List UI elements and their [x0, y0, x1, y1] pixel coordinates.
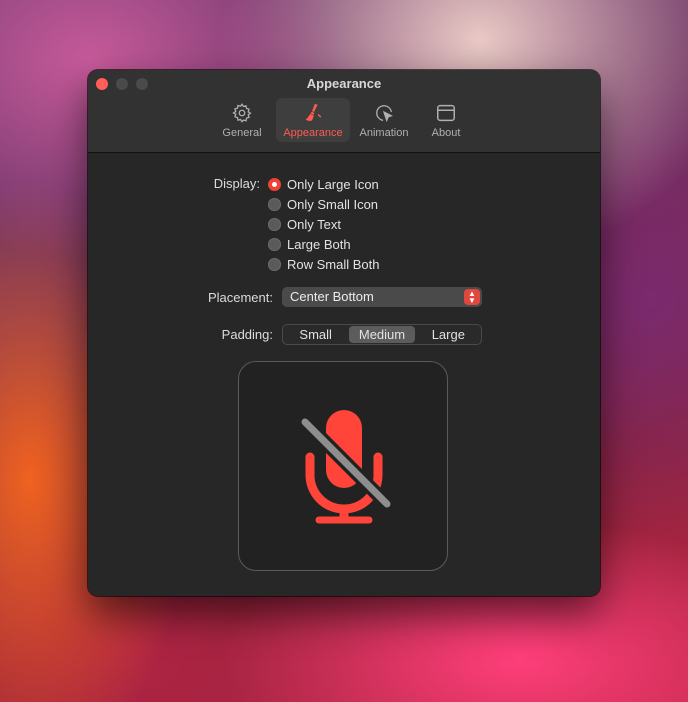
display-option-label: Only Small Icon [287, 197, 379, 212]
display-option[interactable]: Large Both [268, 237, 351, 252]
gear-icon [232, 103, 252, 123]
icon-preview [238, 361, 448, 571]
display-option[interactable]: Only Small Icon [268, 197, 378, 212]
padding-option-large[interactable]: Large [416, 325, 481, 344]
tab-about[interactable]: About [418, 98, 474, 142]
cursor-click-icon [376, 105, 393, 123]
radio-button[interactable] [268, 218, 281, 231]
radio-button-selected[interactable] [268, 178, 281, 191]
tab-animation-label: Animation [359, 127, 409, 139]
radio-button[interactable] [268, 198, 281, 211]
tab-appearance[interactable]: Appearance [276, 98, 350, 142]
display-option[interactable]: Only Text [268, 217, 341, 232]
placement-value: Center Bottom [290, 289, 374, 304]
chevron-updown-icon: ▲ ▼ [464, 289, 480, 305]
tab-appearance-label: Appearance [283, 127, 343, 139]
preferences-window: Appearance General Appearance Animation … [88, 70, 600, 596]
radio-button[interactable] [268, 238, 281, 251]
preferences-toolbar: General Appearance Animation About [88, 98, 600, 142]
padding-label: Padding: [221, 327, 273, 342]
display-option-label: Row Small Both [287, 257, 380, 272]
display-option-label: Only Text [287, 217, 341, 232]
display-option[interactable]: Only Large Icon [268, 177, 379, 192]
tab-general[interactable]: General [214, 98, 270, 142]
padding-option-small[interactable]: Small [283, 325, 348, 344]
display-label: Display: [213, 176, 260, 191]
placement-select[interactable]: Center Bottom ▲ ▼ [282, 287, 482, 307]
window-title: Appearance [306, 76, 382, 91]
tab-general-label: General [222, 127, 262, 139]
window-icon [437, 104, 455, 122]
padding-option-medium[interactable]: Medium [349, 326, 415, 343]
paintbrush-icon [305, 103, 322, 121]
padding-segmented-control: Small Medium Large [282, 324, 482, 345]
tab-animation[interactable]: Animation [356, 98, 412, 142]
title-bar: Appearance General Appearance Animation … [88, 70, 600, 153]
radio-button[interactable] [268, 258, 281, 271]
placement-label: Placement: [207, 290, 273, 305]
display-option-label: Only Large Icon [287, 177, 379, 192]
microphone-muted-icon [298, 410, 394, 524]
tab-about-label: About [431, 127, 461, 139]
display-option[interactable]: Row Small Both [268, 257, 379, 272]
display-option-label: Large Both [287, 237, 351, 252]
